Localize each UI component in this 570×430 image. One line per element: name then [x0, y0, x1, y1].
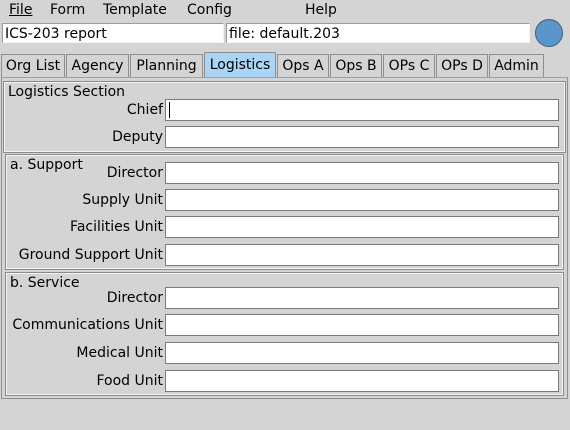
ground-support-unit-field[interactable] [165, 244, 559, 266]
chief-field[interactable] [165, 99, 559, 121]
tab-ops-d[interactable]: OPs D [436, 54, 488, 77]
status-indicator-icon[interactable] [535, 19, 563, 47]
menu-config[interactable]: Config [185, 1, 234, 19]
supply-unit-field[interactable] [165, 189, 559, 211]
service-group-title: b. Service [10, 275, 80, 291]
facilities-unit-label: Facilities Unit [70, 219, 163, 235]
menu-file[interactable]: File [7, 1, 34, 19]
menu-config-label: Config [187, 2, 232, 18]
support-director-label: Director [106, 165, 163, 181]
service-director-field[interactable] [165, 287, 559, 309]
deputy-label: Deputy [112, 129, 163, 145]
support-director-field[interactable] [165, 162, 559, 184]
medical-unit-field[interactable] [165, 342, 559, 364]
tab-ops-a[interactable]: Ops A [277, 54, 329, 77]
menu-bar: File Form Template Config Help [0, 0, 570, 20]
deputy-field[interactable] [165, 126, 559, 148]
facilities-unit-field[interactable] [165, 216, 559, 238]
tab-ops-c[interactable]: OPs C [383, 54, 435, 77]
tab-agency[interactable]: Agency [66, 54, 129, 77]
tab-org-list[interactable]: Org List [1, 54, 65, 77]
menu-help-label: Help [305, 2, 337, 18]
communications-unit-field[interactable] [165, 314, 559, 336]
file-name-field: file: default.203 [226, 23, 530, 43]
logistics-section-title: Logistics Section [8, 84, 126, 100]
communications-unit-label: Communications Unit [12, 317, 163, 333]
text-cursor [169, 102, 170, 118]
menu-form-label: Form [50, 2, 86, 18]
ground-support-unit-label: Ground Support Unit [18, 247, 163, 263]
menu-help[interactable]: Help [303, 1, 339, 19]
medical-unit-label: Medical Unit [76, 345, 163, 361]
service-director-label: Director [106, 290, 163, 306]
menu-template[interactable]: Template [101, 1, 169, 19]
menu-form[interactable]: Form [48, 1, 87, 19]
tab-ops-b[interactable]: Ops B [330, 54, 382, 77]
food-unit-label: Food Unit [96, 373, 163, 389]
tab-logistics[interactable]: Logistics [204, 52, 276, 77]
food-unit-field[interactable] [165, 370, 559, 392]
supply-unit-label: Supply Unit [82, 192, 163, 208]
support-group-title: a. Support [10, 157, 83, 173]
report-name-field[interactable]: ICS-203 report [2, 23, 224, 43]
menu-file-label: File [9, 2, 33, 18]
chief-label: Chief [126, 102, 163, 118]
tab-admin[interactable]: Admin [489, 54, 544, 77]
tab-planning[interactable]: Planning [130, 54, 203, 77]
menu-template-label: Template [103, 2, 167, 18]
